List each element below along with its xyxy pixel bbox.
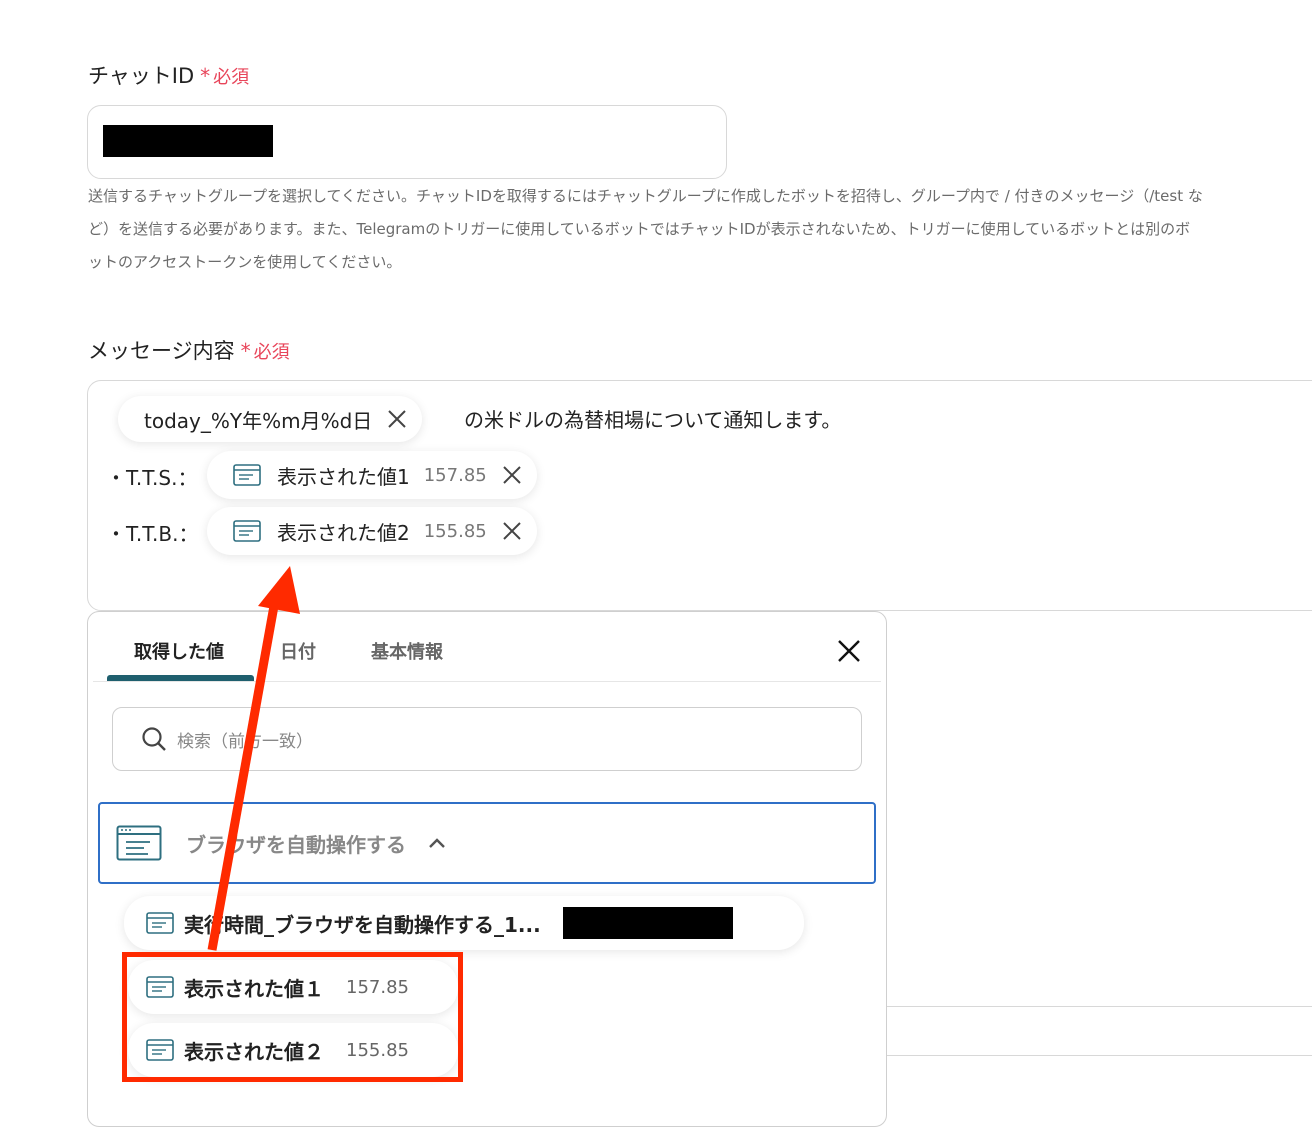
required-badge: * 必須	[240, 339, 290, 363]
required-text: 必須	[213, 67, 250, 88]
search-placeholder: 検索（前方一致）	[177, 731, 313, 752]
value1-chip-value: 157.85	[423, 464, 487, 486]
value1-chip[interactable]: 表示された値1 157.85	[207, 451, 537, 499]
value2-chip-value: 155.85	[423, 520, 487, 542]
redacted-value	[103, 125, 273, 157]
tab-basic-info[interactable]: 基本情報	[371, 638, 443, 664]
tab-acquired-values[interactable]: 取得した値	[134, 638, 224, 664]
message-label: メッセージ内容 * 必須	[88, 335, 290, 365]
browser-window-icon	[146, 912, 174, 934]
chat-id-label: チャットID * 必須	[88, 60, 249, 90]
required-star: *	[240, 339, 251, 363]
list-item[interactable]: 実行時間_ブラウザを自動操作する_1...	[124, 896, 804, 950]
value2-chip[interactable]: 表示された値2 155.85	[207, 507, 537, 555]
close-icon[interactable]	[837, 639, 861, 663]
list-item-name: 実行時間_ブラウザを自動操作する_1...	[184, 912, 541, 937]
date-chip-label: today_%Y年%m月%d日	[144, 408, 373, 433]
remove-chip-icon[interactable]	[501, 464, 523, 486]
help-line-2: ど）を送信する必要があります。また、Telegramのトリガーに使用しているボッ…	[88, 220, 1191, 238]
value2-chip-name: 表示された値2	[277, 520, 410, 545]
value1-chip-name: 表示された値1	[277, 464, 410, 489]
required-badge: * 必須	[200, 64, 250, 88]
browser-window-icon	[233, 520, 261, 542]
chat-id-input[interactable]	[87, 105, 727, 179]
browser-window-icon	[116, 825, 162, 861]
help-line-3: ットのアクセストークンを使用してください。	[88, 253, 402, 271]
group-title: ブラウザを自動操作する	[186, 832, 406, 857]
required-star: *	[200, 64, 211, 88]
highlight-box	[122, 952, 463, 1082]
remove-chip-icon[interactable]	[386, 408, 408, 430]
redacted-value	[562, 907, 733, 939]
chat-id-help: 送信するチャットグループを選択してください。チャットIDを取得するにはチャットグ…	[88, 180, 1312, 279]
chat-id-label-text: チャットID	[88, 64, 195, 88]
tts-label: ・T.T.S.：	[106, 466, 198, 490]
help-line-1: 送信するチャットグループを選択してください。チャットIDを取得するにはチャットグ…	[88, 187, 1203, 205]
required-text: 必須	[253, 342, 290, 363]
chevron-up-icon[interactable]	[428, 837, 446, 849]
search-icon	[142, 727, 166, 751]
message-label-text: メッセージ内容	[88, 339, 235, 363]
group-browser-automation[interactable]: ブラウザを自動操作する	[98, 802, 876, 884]
next-field-input[interactable]	[870, 1006, 1312, 1056]
tab-date[interactable]: 日付	[280, 638, 316, 664]
browser-window-icon	[233, 464, 261, 486]
ttb-label: ・T.T.B.：	[106, 522, 199, 546]
tab-divider	[93, 681, 881, 682]
date-variable-chip[interactable]: today_%Y年%m月%d日	[118, 396, 423, 442]
search-input[interactable]: 検索（前方一致）	[112, 707, 862, 771]
message-text: の米ドルの為替相場について通知します。	[464, 408, 842, 432]
remove-chip-icon[interactable]	[501, 520, 523, 542]
